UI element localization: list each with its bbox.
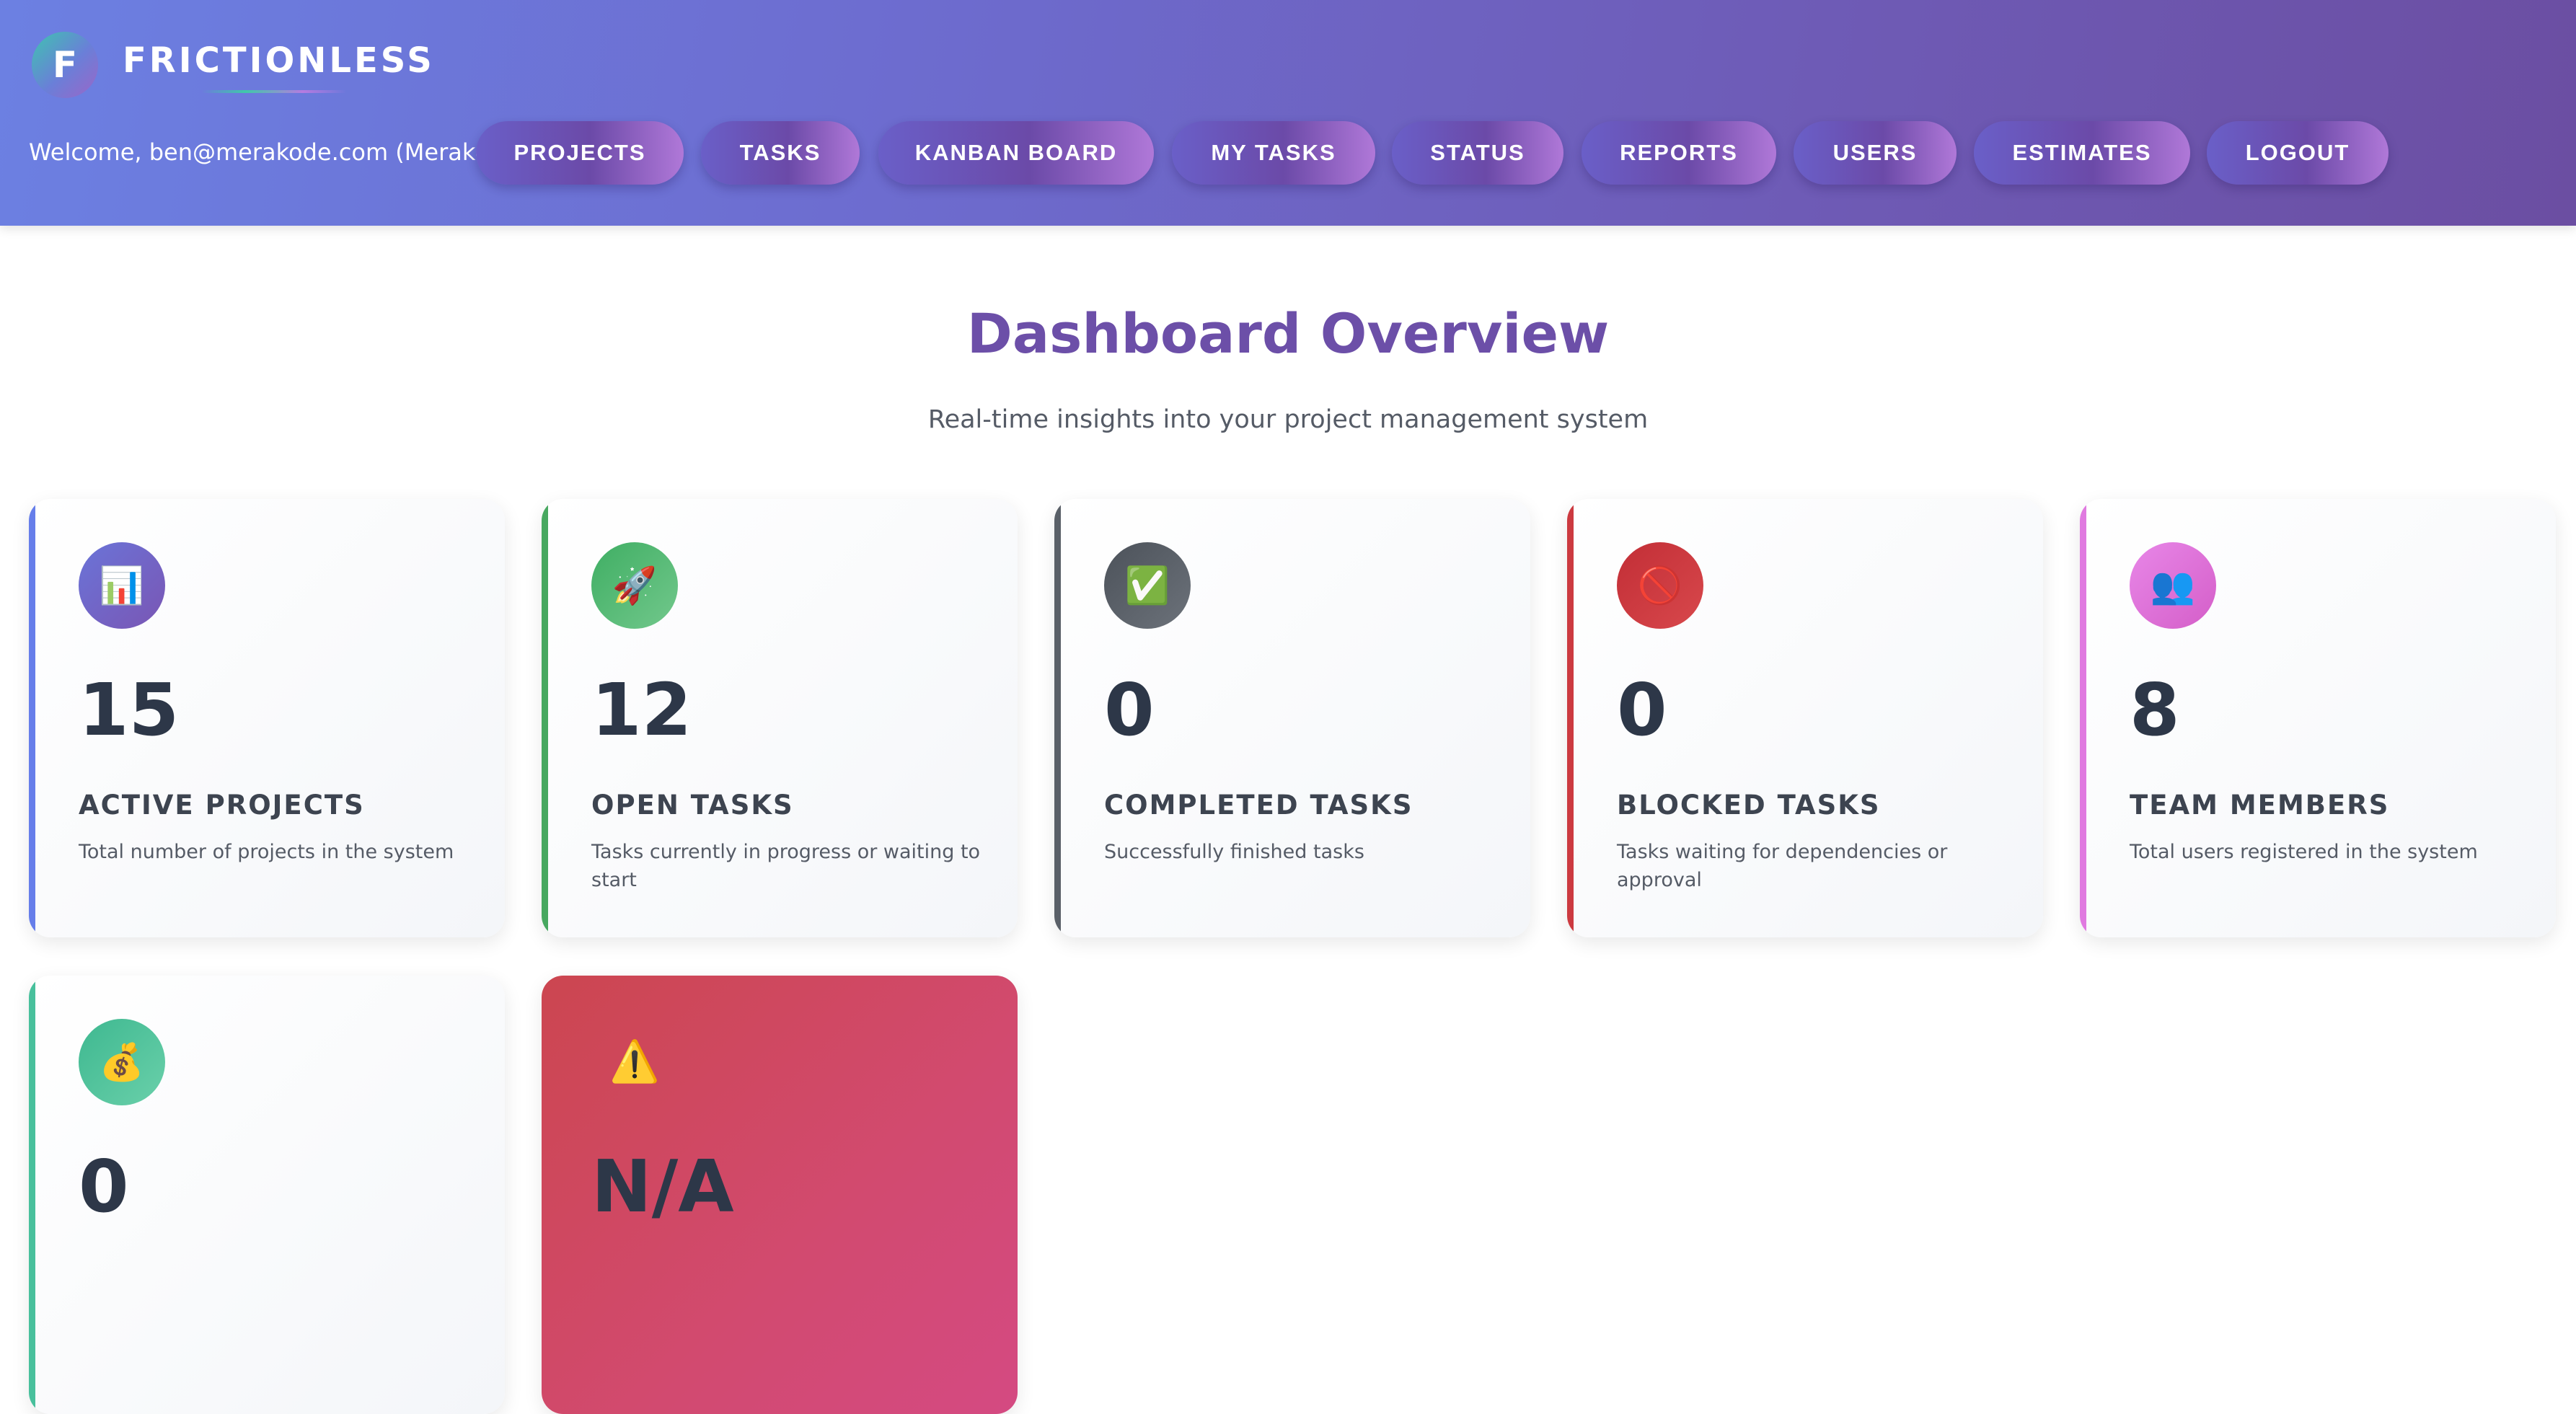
stat-card-team-members[interactable]: 👥 8 TEAM MEMBERS Total users registered … [2080, 499, 2556, 937]
stat-value: 0 [79, 1144, 129, 1229]
stat-card-blocked-tasks[interactable]: 🚫 0 BLOCKED TASKS Tasks waiting for depe… [1567, 499, 2043, 937]
stat-description: Total users registered in the system [2130, 841, 2478, 863]
card-accent-stripe [29, 976, 35, 1414]
logo-icon[interactable]: F [32, 32, 98, 98]
stat-value: N/A [591, 1144, 734, 1229]
page-title: Dashboard Overview [966, 301, 1610, 366]
bar-chart-icon: 📊 [79, 542, 165, 629]
stat-label: TEAM MEMBERS [2130, 790, 2390, 821]
card-accent-stripe [542, 499, 548, 937]
card-accent-stripe [1567, 499, 1574, 937]
nav-logout-button[interactable]: LOGOUT [2207, 121, 2388, 185]
brand-underline [202, 90, 346, 93]
stat-label: BLOCKED TASKS [1617, 790, 1881, 821]
brand-name[interactable]: FRICTIONLESS [123, 43, 435, 78]
logo-letter: F [52, 44, 78, 86]
welcome-message: Welcome, ben@merakode.com (Merakode) [29, 138, 527, 166]
nav-projects-button[interactable]: PROJECTS [476, 121, 684, 185]
stat-value: 8 [2130, 668, 2180, 752]
stat-value: 0 [1104, 668, 1155, 752]
rocket-icon: 🚀 [591, 542, 678, 629]
stat-card-budget[interactable]: 💰 0 [29, 976, 505, 1414]
stat-card-completed-tasks[interactable]: ✅ 0 COMPLETED TASKS Successfully finishe… [1054, 499, 1530, 937]
people-icon: 👥 [2130, 542, 2216, 629]
nav-status-button[interactable]: STATUS [1392, 121, 1563, 185]
money-bag-icon: 💰 [79, 1019, 165, 1105]
stat-label: COMPLETED TASKS [1104, 790, 1413, 821]
stat-label: ACTIVE PROJECTS [79, 790, 365, 821]
nav-tasks-button[interactable]: TASKS [701, 121, 860, 185]
card-accent-stripe [1054, 499, 1061, 937]
stat-value: 0 [1617, 668, 1667, 752]
top-header: F FRICTIONLESS Welcome, ben@merakode.com… [0, 0, 2576, 226]
nav-kanban-board-button[interactable]: KANBAN BOARD [878, 121, 1154, 185]
stat-description: Tasks waiting for dependencies or approv… [1617, 841, 1948, 891]
stat-value: 15 [79, 668, 180, 752]
nav-reports-button[interactable]: REPORTS [1582, 121, 1776, 185]
nav-estimates-button[interactable]: ESTIMATES [1974, 121, 2190, 185]
card-accent-stripe [29, 499, 35, 937]
stat-value: 12 [591, 668, 692, 752]
prohibited-icon: 🚫 [1617, 542, 1703, 629]
warning-icon: ⚠️ [609, 1038, 660, 1085]
stat-card-active-projects[interactable]: 📊 15 ACTIVE PROJECTS Total number of pro… [29, 499, 505, 937]
stat-description: Successfully finished tasks [1104, 841, 1364, 863]
stat-description: Tasks currently in progress or waiting t… [591, 841, 981, 891]
page-subtitle: Real-time insights into your project man… [927, 405, 1649, 434]
stat-card-warning[interactable]: ⚠️ N/A [542, 976, 1018, 1414]
card-accent-stripe [2080, 499, 2086, 937]
nav-users-button[interactable]: USERS [1794, 121, 1957, 185]
stat-card-open-tasks[interactable]: 🚀 12 OPEN TASKS Tasks currently in progr… [542, 499, 1018, 937]
stat-description: Total number of projects in the system [79, 841, 454, 863]
check-mark-icon: ✅ [1104, 542, 1191, 629]
stat-label: OPEN TASKS [591, 790, 794, 821]
nav-my-tasks-button[interactable]: MY TASKS [1172, 121, 1375, 185]
